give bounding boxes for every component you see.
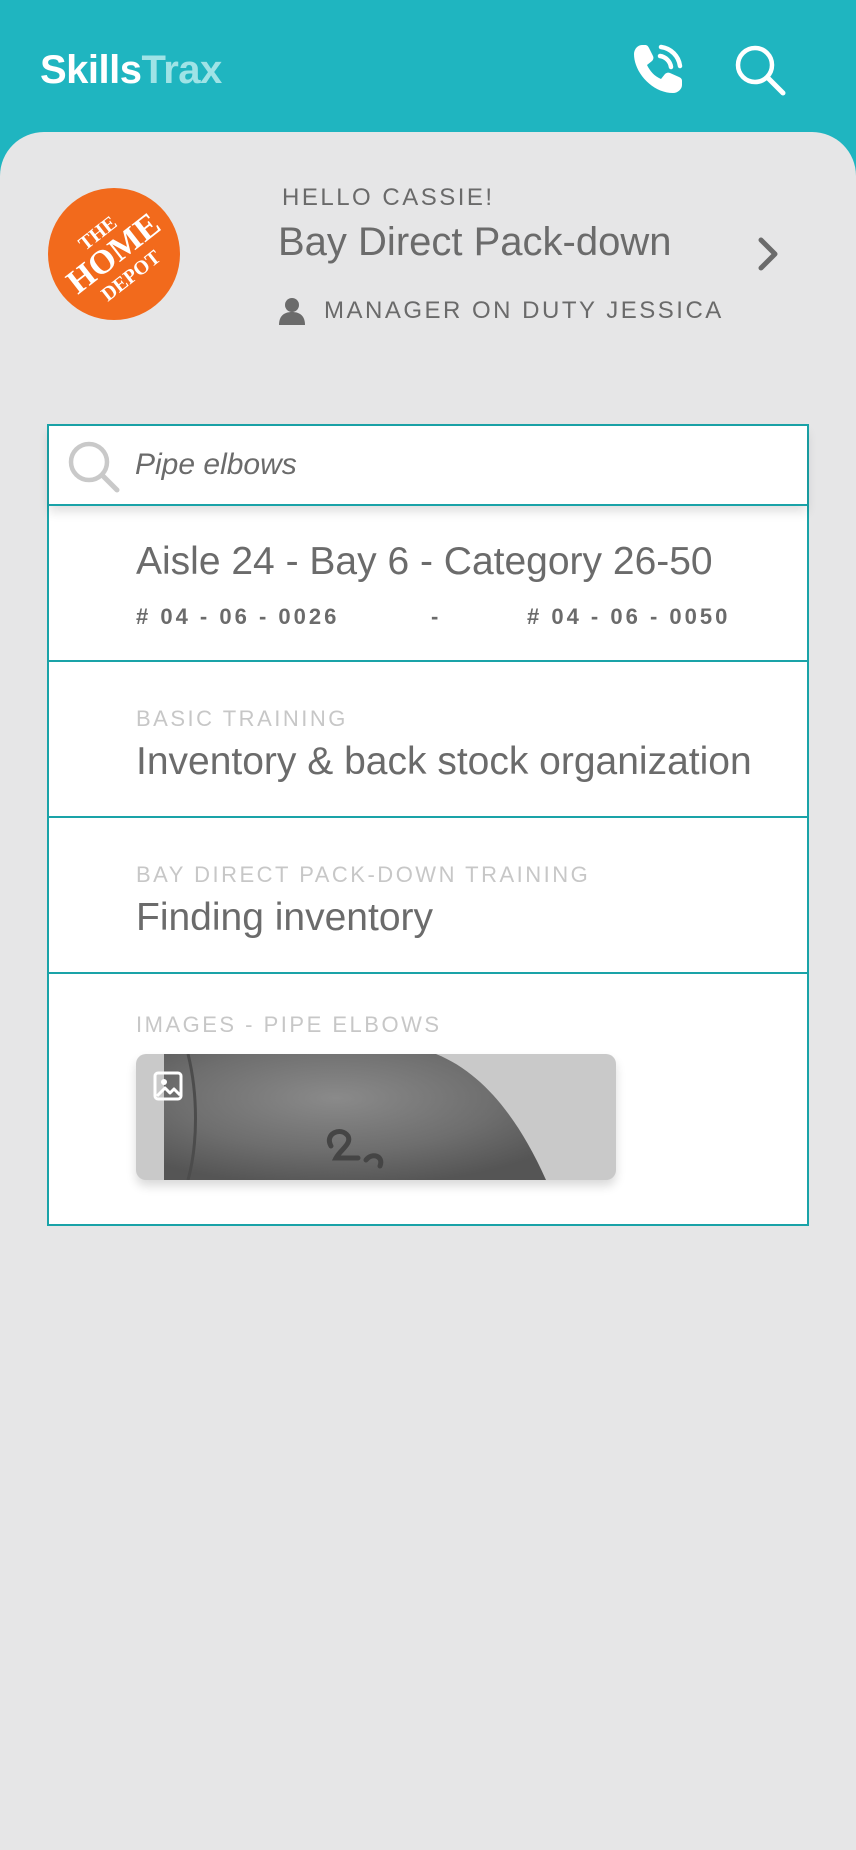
result-title: Inventory & back stock organization [136, 740, 752, 783]
result-category-label: BAY DIRECT PACK-DOWN TRAINING [136, 862, 591, 887]
person-icon [279, 298, 305, 325]
location-code-start: # 04 - 06 - 0026 [136, 604, 340, 629]
result-location[interactable]: Aisle 24 - Bay 6 - Category 26-50 # 04 -… [49, 506, 807, 662]
header-search-button[interactable] [730, 40, 790, 100]
store-details-button[interactable] [748, 230, 788, 278]
chevron-right-icon [758, 237, 778, 271]
search-results-panel: Aisle 24 - Bay 6 - Category 26-50 # 04 -… [47, 424, 809, 1226]
store-title: Bay Direct Pack-down [278, 220, 672, 264]
search-bar [49, 426, 807, 506]
location-code-separator: - [431, 604, 442, 629]
app-header: SkillsTrax [0, 0, 856, 150]
app-logo: SkillsTrax [40, 48, 222, 93]
home-depot-logo-icon: THE HOME DEPOT [60, 206, 168, 306]
image-icon [153, 1071, 183, 1101]
result-category-label: BASIC TRAINING [136, 706, 348, 731]
store-logo: THE HOME DEPOT [48, 188, 180, 320]
result-title: Finding inventory [136, 896, 433, 939]
result-basic-training[interactable]: BASIC TRAINING Inventory & back stock or… [49, 662, 807, 818]
greeting-text: HELLO CASSIE! [282, 184, 495, 211]
images-category-label: IMAGES - PIPE ELBOWS [136, 1012, 442, 1037]
search-icon [68, 441, 120, 493]
location-code-end: # 04 - 06 - 0050 [527, 604, 731, 629]
search-icon [735, 45, 786, 96]
pipe-elbow-photo [164, 1054, 546, 1180]
manager-on-duty: MANAGER ON DUTY JESSICA [278, 296, 724, 326]
logo-text-skills: Skills [40, 48, 142, 92]
phone-ringing-icon [634, 44, 683, 93]
pipe-elbow-image[interactable] [136, 1054, 616, 1180]
phone-button[interactable] [627, 40, 687, 100]
result-images: IMAGES - PIPE ELBOWS [49, 974, 807, 1224]
location-title: Aisle 24 - Bay 6 - Category 26-50 [136, 540, 713, 583]
manager-text: MANAGER ON DUTY JESSICA [324, 297, 724, 324]
logo-text-trax: Trax [141, 48, 223, 92]
search-input[interactable] [135, 440, 775, 490]
result-pack-down-training[interactable]: BAY DIRECT PACK-DOWN TRAINING Finding in… [49, 818, 807, 974]
